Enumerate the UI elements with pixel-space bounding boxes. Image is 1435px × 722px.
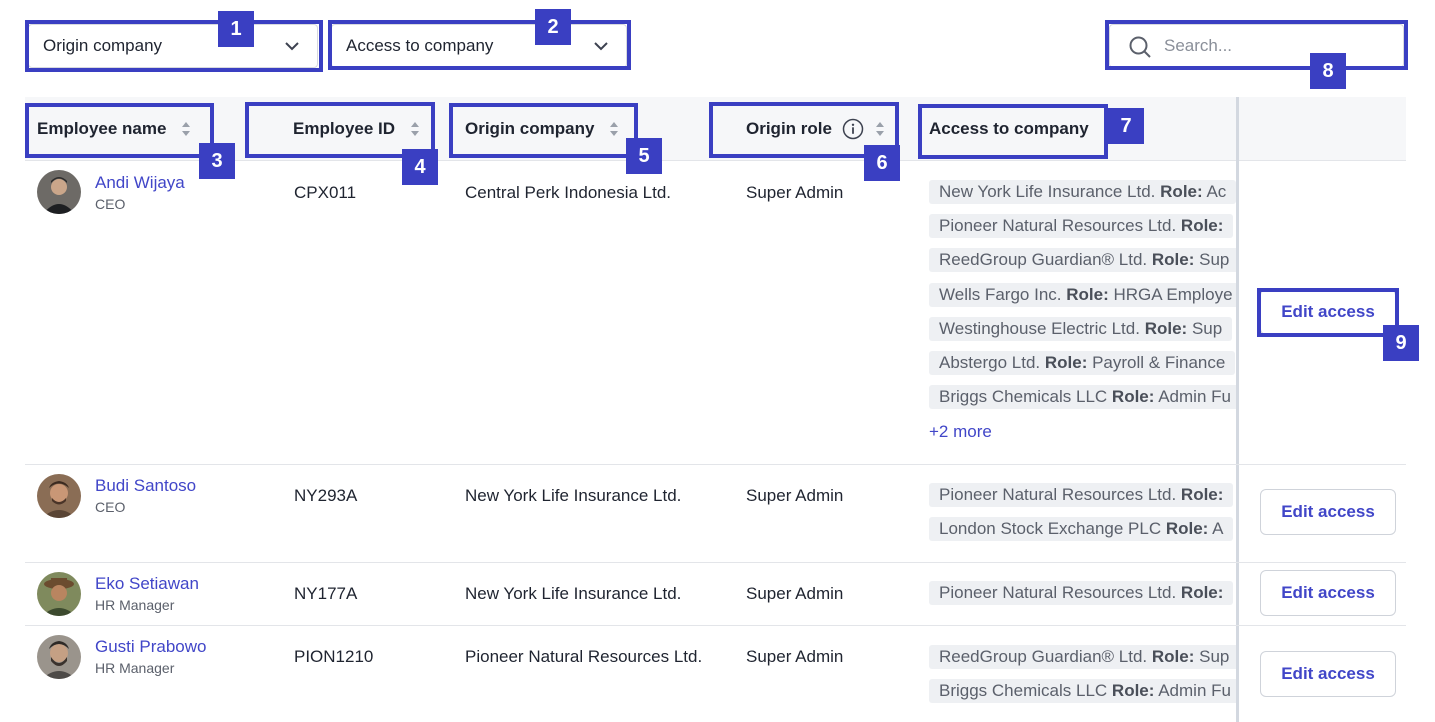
access-list: Pioneer Natural Resources Ltd. Role: — [929, 581, 1236, 607]
search-icon — [1129, 36, 1151, 58]
avatar — [37, 474, 81, 518]
access-chip: Pioneer Natural Resources Ltd. Role: — [929, 581, 1234, 605]
sort-icon — [610, 122, 619, 136]
origin-company-filter[interactable]: Origin company — [28, 24, 318, 68]
info-icon[interactable] — [842, 118, 864, 140]
avatar — [37, 170, 81, 214]
employee-id: NY177A — [294, 584, 358, 603]
access-chip: Briggs Chemicals LLC Role: Admin Fu — [929, 679, 1236, 703]
sort-icon — [411, 122, 420, 136]
access-company-filter-label: Access to company — [346, 36, 494, 55]
search-box[interactable] — [1109, 24, 1404, 68]
access-chip: Wells Fargo Inc. Role: HRGA Employe — [929, 283, 1236, 307]
avatar — [37, 572, 81, 616]
access-chip: Pioneer Natural Resources Ltd. Role: — [929, 214, 1234, 238]
origin-company: New York Life Insurance Ltd. — [465, 584, 682, 603]
employee-name-link[interactable]: Gusti Prabowo — [95, 637, 207, 657]
column-origin-company-label: Origin company — [465, 119, 595, 138]
employee-name-link[interactable]: Andi Wijaya — [95, 173, 185, 193]
access-chip: Pioneer Natural Resources Ltd. Role: — [929, 483, 1234, 507]
edit-access-button[interactable]: Edit access — [1260, 489, 1396, 535]
chevron-down-icon — [594, 42, 608, 51]
access-company-filter[interactable]: Access to company — [331, 24, 627, 68]
employee-id: PION1210 — [294, 647, 374, 666]
access-chip: ReedGroup Guardian® Ltd. Role: Sup — [929, 248, 1236, 272]
row-divider — [25, 562, 1406, 563]
access-list: ReedGroup Guardian® Ltd. Role: Sup Brigg… — [929, 645, 1236, 705]
row-divider — [25, 464, 1406, 465]
sort-icon — [875, 122, 884, 136]
access-chip: New York Life Insurance Ltd. Role: Ac — [929, 180, 1236, 204]
access-list: New York Life Insurance Ltd. Role: Ac Pi… — [929, 180, 1236, 420]
employee-name-link[interactable]: Budi Santoso — [95, 476, 196, 496]
column-employee-name[interactable]: Employee name — [37, 97, 192, 161]
employee-id: CPX011 — [294, 183, 357, 202]
column-employee-id-label: Employee ID — [293, 119, 396, 138]
annotation-badge: 4 — [402, 149, 438, 185]
employee-title: CEO — [95, 499, 126, 515]
annotation-badge: 9 — [1383, 325, 1419, 361]
employee-id: NY293A — [294, 486, 358, 505]
access-chip: ReedGroup Guardian® Ltd. Role: Sup — [929, 645, 1236, 669]
access-chip: Westinghouse Electric Ltd. Role: Sup — [929, 317, 1233, 341]
annotation-badge: 1 — [218, 11, 254, 47]
annotation-badge: 8 — [1310, 53, 1346, 89]
column-access-to-company: Access to company — [929, 97, 1089, 161]
chevron-down-icon — [285, 42, 299, 51]
annotation-badge: 5 — [626, 138, 662, 174]
access-list: Pioneer Natural Resources Ltd. Role: Lon… — [929, 483, 1236, 543]
edit-access-button[interactable]: Edit access — [1260, 651, 1396, 697]
row-divider — [25, 625, 1406, 626]
origin-role: Super Admin — [746, 647, 844, 666]
origin-company: Central Perk Indonesia Ltd. — [465, 183, 672, 202]
column-employee-name-label: Employee name — [37, 119, 167, 138]
access-chip: Briggs Chemicals LLC Role: Admin Fu — [929, 385, 1236, 409]
more-access-link[interactable]: +2 more — [929, 422, 992, 442]
annotation-badge: 6 — [864, 145, 900, 181]
sort-icon — [182, 122, 191, 136]
origin-role: Super Admin — [746, 183, 844, 202]
avatar — [37, 635, 81, 679]
employee-name-link[interactable]: Eko Setiawan — [95, 574, 199, 594]
edit-access-button[interactable]: Edit access — [1260, 570, 1396, 616]
annotation-badge: 7 — [1108, 108, 1144, 144]
access-chip: Abstergo Ltd. Role: Payroll & Finance — [929, 351, 1236, 375]
origin-role: Super Admin — [746, 584, 844, 603]
origin-company: Pioneer Natural Resources Ltd. — [465, 647, 703, 666]
access-chip: London Stock Exchange PLC Role: A — [929, 517, 1234, 541]
annotation-badge: 2 — [535, 9, 571, 45]
column-origin-company[interactable]: Origin company — [465, 97, 620, 161]
employee-title: HR Manager — [95, 597, 175, 613]
employee-title: HR Manager — [95, 660, 175, 676]
annotation-badge: 3 — [199, 143, 235, 179]
edit-access-button[interactable]: Edit access — [1260, 289, 1396, 335]
column-origin-role-label: Origin role — [746, 119, 832, 138]
origin-company: New York Life Insurance Ltd. — [465, 486, 682, 505]
column-access-to-company-label: Access to company — [929, 119, 1089, 138]
employee-title: CEO — [95, 196, 126, 212]
origin-company-filter-label: Origin company — [43, 36, 163, 55]
column-divider — [1236, 97, 1239, 722]
origin-role: Super Admin — [746, 486, 844, 505]
